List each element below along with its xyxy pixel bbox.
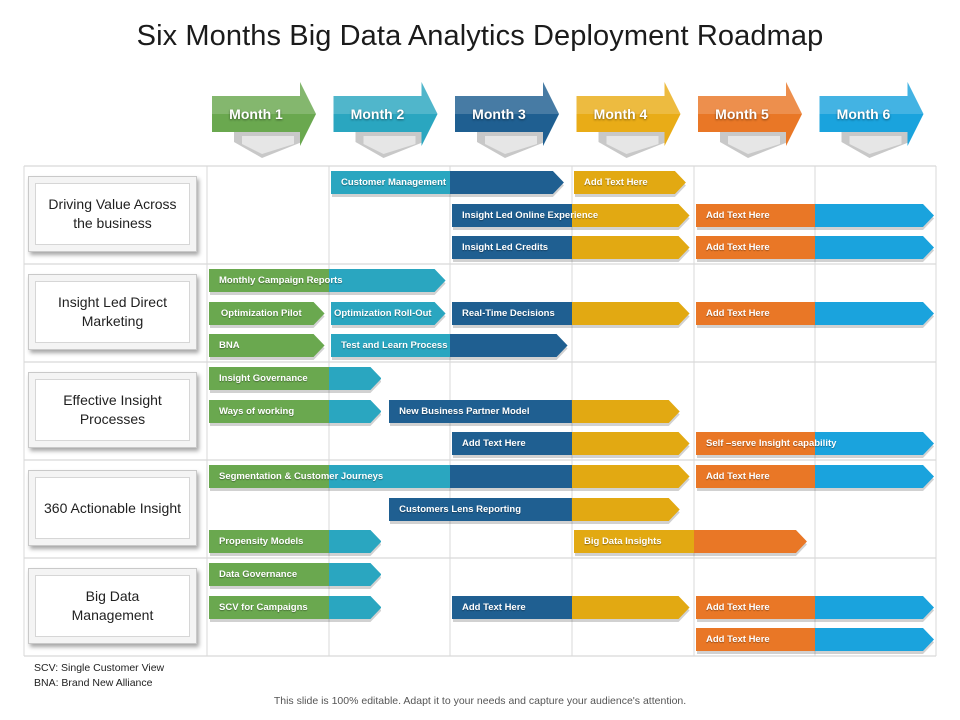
row-card-data-management: Big Data Management bbox=[28, 568, 197, 644]
row-card-direct-marketing: Insight Led Direct Marketing bbox=[28, 274, 197, 350]
roadmap-bar: Optimization Roll-Out bbox=[331, 302, 446, 328]
footer-note: This slide is 100% editable. Adapt it to… bbox=[273, 695, 687, 707]
bar-label: Add Text Here bbox=[584, 177, 648, 188]
bar-label: Segmentation & Customer Journeys bbox=[219, 471, 384, 482]
row-card-actionable-insight: 360 Actionable Insight bbox=[28, 470, 197, 546]
bar-label: Add Text Here bbox=[706, 634, 770, 645]
bar-segment bbox=[572, 236, 690, 259]
bar-segment bbox=[815, 465, 934, 488]
bar-segment bbox=[694, 530, 807, 553]
bar-segment bbox=[450, 465, 573, 488]
roadmap-bar: Test and Learn Process bbox=[331, 334, 568, 360]
roadmap-bar: Ways of working bbox=[209, 400, 382, 426]
bar-label: Add Text Here bbox=[706, 242, 770, 253]
bar-label: Add Text Here bbox=[706, 210, 770, 221]
bar-segment bbox=[815, 236, 934, 259]
bar-label: Propensity Models bbox=[219, 536, 304, 547]
bar-label: Self –serve Insight capability bbox=[706, 438, 837, 449]
row-label: Driving Value Across the business bbox=[35, 183, 190, 245]
roadmap-bar: Add Text Here bbox=[696, 596, 934, 622]
roadmap-bar: Customer Management bbox=[331, 171, 564, 197]
roadmap-bar: New Business Partner Model bbox=[389, 400, 680, 426]
bar-segment bbox=[815, 628, 934, 651]
bar-label: Data Governance bbox=[219, 569, 298, 580]
bar-label: Customer Management bbox=[341, 177, 447, 188]
bar-segment bbox=[329, 400, 382, 423]
bar-segment bbox=[329, 563, 382, 586]
bar-segment bbox=[450, 171, 564, 194]
bar-segment bbox=[329, 530, 382, 553]
roadmap-bar: Add Text Here bbox=[452, 432, 690, 458]
roadmap-bar: Optimization Pilot bbox=[209, 302, 325, 328]
bar-label: Add Text Here bbox=[462, 602, 526, 613]
roadmap-bar: Segmentation & Customer Journeys bbox=[209, 465, 690, 491]
roadmap-bar: Self –serve Insight capability bbox=[696, 432, 934, 458]
roadmap-bar: Add Text Here bbox=[696, 302, 934, 328]
bar-segment bbox=[329, 367, 382, 390]
bar-segment bbox=[815, 596, 934, 619]
bar-label: Optimization Pilot bbox=[220, 308, 302, 319]
bar-label: Add Text Here bbox=[706, 471, 770, 482]
row-label: 360 Actionable Insight bbox=[35, 477, 190, 539]
bar-label: Add Text Here bbox=[462, 438, 526, 449]
row-card-driving-value: Driving Value Across the business bbox=[28, 176, 197, 252]
roadmap-bar: Data Governance bbox=[209, 563, 382, 589]
roadmap-bar: Add Text Here bbox=[696, 204, 934, 230]
bar-label: Optimization Roll-Out bbox=[333, 308, 432, 319]
bar-label: SCV for Campaigns bbox=[219, 602, 308, 613]
bar-segment bbox=[329, 269, 446, 292]
roadmap-bar: Monthly Campaign Reports bbox=[209, 269, 446, 295]
roadmap-bar: Real-Time Decisions bbox=[452, 302, 690, 328]
roadmap-bar: Add Text Here bbox=[696, 628, 934, 654]
bar-label: Customers Lens Reporting bbox=[399, 504, 522, 515]
bar-label: Add Text Here bbox=[706, 602, 770, 613]
bar-label: New Business Partner Model bbox=[399, 406, 530, 417]
roadmap-bar: BNA bbox=[209, 334, 325, 360]
row-label: Effective Insight Processes bbox=[35, 379, 190, 441]
roadmap-bar: Add Text Here bbox=[696, 236, 934, 262]
bar-segment bbox=[572, 465, 690, 488]
roadmap-bar: Add Text Here bbox=[452, 596, 690, 622]
bar-segment bbox=[572, 302, 690, 325]
bar-segment bbox=[815, 302, 934, 325]
roadmap-bar: Insight Led Online Experience bbox=[452, 204, 690, 230]
bar-label: Add Text Here bbox=[706, 308, 770, 319]
row-card-insight-processes: Effective Insight Processes bbox=[28, 372, 197, 448]
bar-label: Real-Time Decisions bbox=[462, 308, 555, 319]
row-label: Insight Led Direct Marketing bbox=[35, 281, 190, 343]
roadmap-bar: Customers Lens Reporting bbox=[389, 498, 680, 524]
bar-label: Big Data Insights bbox=[584, 536, 662, 547]
bar-label: Insight Led Online Experience bbox=[462, 210, 599, 221]
bar-label: Test and Learn Process bbox=[341, 340, 448, 351]
bar-segment bbox=[450, 334, 568, 357]
roadmap-bar: Propensity Models bbox=[209, 530, 382, 556]
bar-segment bbox=[815, 204, 934, 227]
bar-segment bbox=[329, 596, 382, 619]
bar-label: BNA bbox=[219, 340, 240, 351]
roadmap-bar: Add Text Here bbox=[574, 171, 686, 197]
bar-label: Ways of working bbox=[219, 406, 295, 417]
row-label: Big Data Management bbox=[35, 575, 190, 637]
bar-label: Insight Governance bbox=[219, 373, 308, 384]
bar-segment bbox=[571, 400, 680, 423]
roadmap-bar: SCV for Campaigns bbox=[209, 596, 382, 622]
bar-segment bbox=[572, 596, 690, 619]
bar-label: Monthly Campaign Reports bbox=[219, 275, 343, 286]
bar-segment bbox=[571, 498, 680, 521]
legend-scv: SCV: Single Customer View bbox=[34, 662, 165, 674]
bar-segment bbox=[572, 432, 690, 455]
roadmap-bar: Add Text Here bbox=[696, 465, 934, 491]
roadmap-bar: Insight Governance bbox=[209, 367, 382, 393]
legend-bna: BNA: Brand New Alliance bbox=[34, 677, 153, 689]
bar-label: Insight Led Credits bbox=[462, 242, 549, 253]
roadmap-bar: Insight Led Credits bbox=[452, 236, 690, 262]
roadmap-bar: Big Data Insights bbox=[574, 530, 807, 556]
